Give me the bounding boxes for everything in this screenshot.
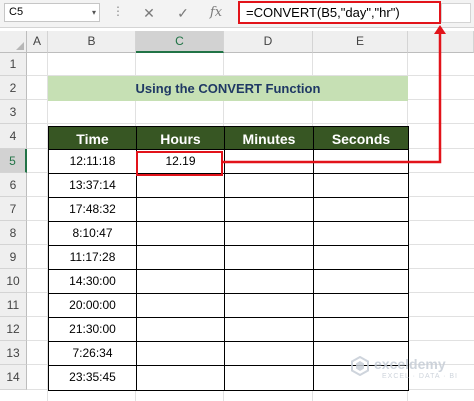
watermark-name: exceldemy bbox=[374, 356, 446, 372]
callout-arrow bbox=[223, 25, 446, 164]
exceldemy-logo-icon bbox=[351, 356, 369, 376]
callout-arrow-line bbox=[223, 32, 442, 164]
watermark-tagline: EXCEL · DATA · BI bbox=[382, 373, 458, 380]
callout-arrow-head bbox=[434, 25, 446, 34]
